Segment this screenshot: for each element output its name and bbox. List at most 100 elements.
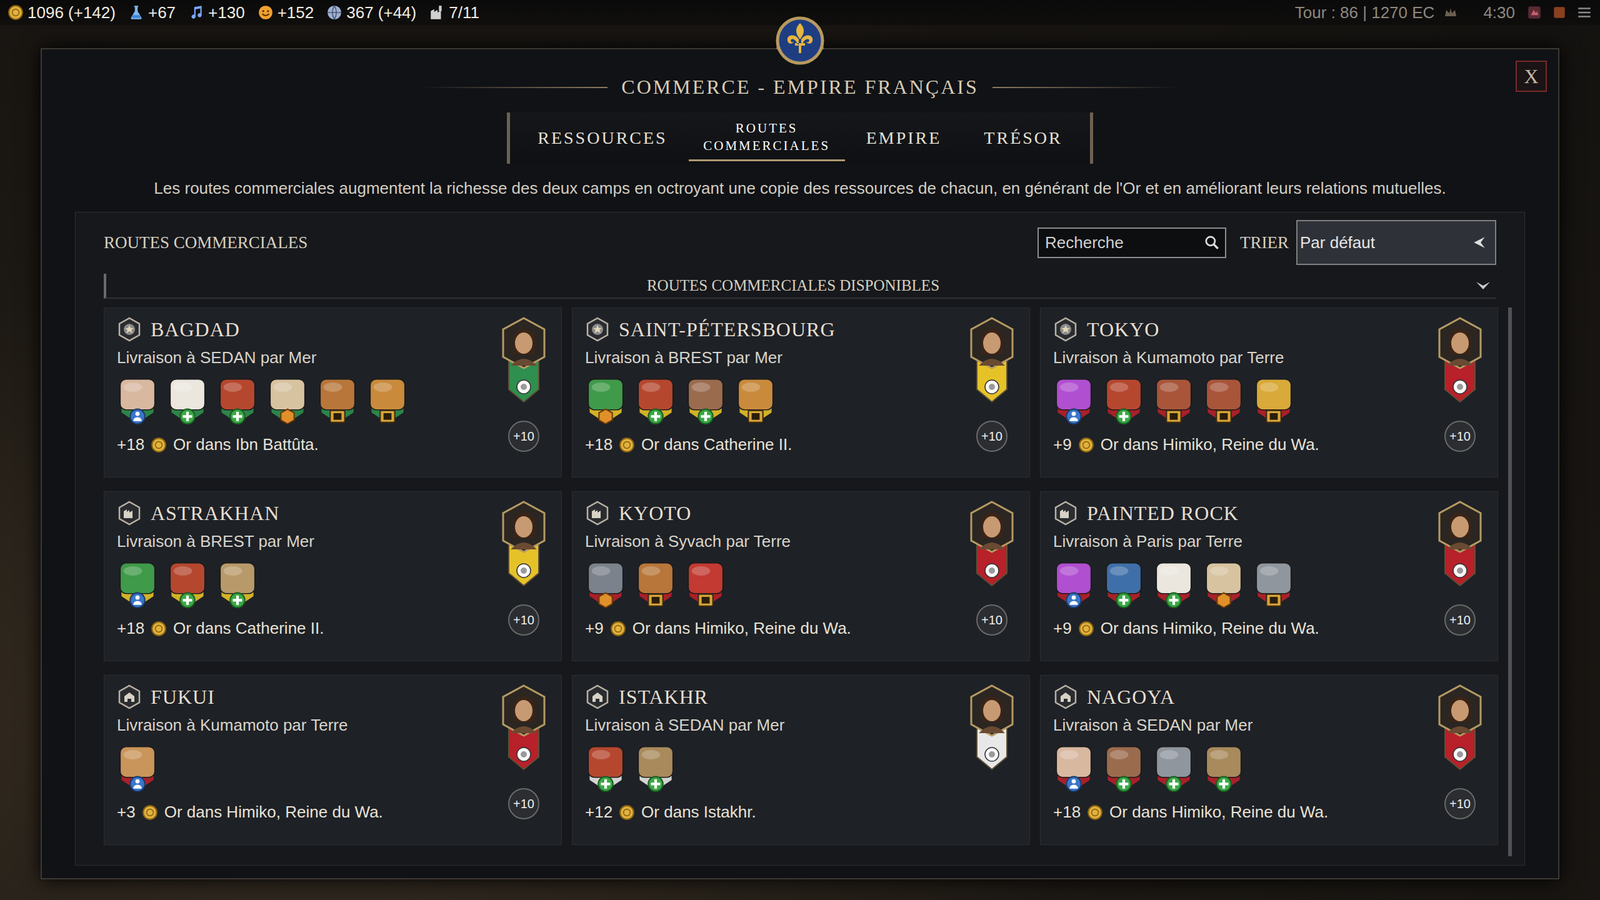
trade-route-card[interactable]: BAGDADLivraison à SEDAN par Mer+18Or dan… [103,307,562,478]
resource-value: +67 [148,3,176,23]
resource-tile [216,561,259,612]
leader-portrait [1435,684,1485,779]
route-header: NAGOYA [1053,684,1434,710]
trade-route-card[interactable]: NAGOYALivraison à SEDAN par Mer+18Or dan… [1040,675,1499,845]
city-name: ISTAKHR [618,685,709,709]
leader-banner [967,684,1017,779]
resource-list [116,377,498,428]
leader-banner [1435,316,1485,411]
leader-column: +10 [1433,684,1487,836]
search-box[interactable] [1037,227,1227,259]
relation-boost-button[interactable]: +10 [976,604,1008,636]
route-header: ASTRAKHAN [116,500,498,526]
trade-route-card[interactable]: ASTRAKHANLivraison à BREST par Mer+18Or … [103,491,562,662]
gold-yield: +9Or dans Himiko, Reine du Wa. [1053,618,1434,639]
trade-route-card[interactable]: KYOTOLivraison à Syvach par Terre+9Or da… [571,491,1030,662]
gold-target: Or dans Himiko, Reine du Wa. [1100,435,1320,455]
relation-boost-button[interactable]: +10 [976,420,1008,452]
leader-column: +10 [965,500,1019,652]
gold-yield: +3Or dans Himiko, Reine du Wa. [116,802,498,822]
gold-target: Or dans Himiko, Reine du Wa. [1109,802,1329,822]
resource-list [585,561,966,612]
route-info: SAINT-PÉTERSBOURGLivraison à BREST par M… [585,316,966,469]
resource-person-icon [1053,561,1095,612]
relation-boost-button[interactable]: +10 [1444,420,1476,452]
leader-column: +10 [497,500,550,652]
relation-boost-button[interactable]: +10 [508,604,540,636]
leader-column: +10 [1433,316,1487,469]
sort-value: Par défaut [1300,233,1472,253]
city-name: NAGOYA [1086,685,1175,709]
search-input[interactable] [1043,232,1204,254]
delivery-info: Livraison à BREST par Mer [585,348,966,368]
resource-list [1053,745,1434,795]
gold-amount: +3 [116,802,136,822]
resource-tile [1203,377,1245,428]
route-list: BAGDADLivraison à SEDAN par Mer+18Or dan… [75,298,1525,865]
sort-dropdown[interactable]: Par défaut [1296,220,1497,265]
city-city-icon [1053,500,1079,526]
resource-value: 7/11 [448,3,480,23]
trade-route-card[interactable]: SAINT-PÉTERSBOURGLivraison à BREST par M… [571,307,1030,478]
gold-yield: +18Or dans Catherine II. [116,618,498,639]
resource-tile [1153,561,1195,612]
resource-tile [366,377,409,428]
tab-bar: RESSOURCESROUTES COMMERCIALESEMPIRETRÉSO… [506,112,1093,164]
resource-plus-icon [635,377,677,428]
route-info: NAGOYALivraison à SEDAN par Mer+18Or dan… [1053,684,1434,836]
town-city-icon [116,684,142,710]
scrollbar-thumb[interactable] [1508,307,1512,857]
group-title: ROUTES COMMERCIALES DISPONIBLES [111,276,1475,295]
resource-value: +130 [208,3,245,23]
resource-item: +130 [188,3,245,23]
resource-tile [1053,377,1095,428]
leader-portrait [967,500,1017,595]
turn-info: Tour : 86 | 1270 EC4:30 [1295,3,1593,23]
gold-yield: +18 Or dans Himiko, Reine du Wa. [1053,802,1434,822]
gold-amount: +18 [1053,802,1081,822]
resource-chest-icon [1203,377,1245,428]
tab[interactable]: EMPIRE [845,119,964,157]
resource-tile [166,561,209,612]
leader-column: +10 [965,316,1019,469]
trade-route-card[interactable]: FUKUILivraison à Kumamoto par Terre+3Or … [103,675,562,845]
trade-route-card[interactable]: ISTAKHRLivraison à SEDAN par Mer+12Or da… [571,675,1030,845]
window-title: COMMERCE - EMPIRE FRANÇAIS [621,75,979,99]
relation-boost-button[interactable]: +10 [1444,788,1476,820]
trade-route-card[interactable]: PAINTED ROCKLivraison à Paris par Terre+… [1040,491,1499,662]
crown-icon [1443,5,1459,20]
gold-coin-icon [618,804,635,821]
leader-banner [967,316,1017,411]
city-name: PAINTED ROCK [1086,501,1239,525]
route-header: TOKYO [1053,316,1434,342]
relation-boost-button[interactable]: +10 [508,420,540,452]
title-ornament [420,86,608,89]
resource-person-icon [1053,377,1095,428]
resource-tile [735,377,777,428]
scrollbar[interactable] [1508,307,1512,857]
gold-amount: +9 [1053,435,1072,455]
resource-person-icon [116,745,159,795]
leader-column: +10 [1433,500,1487,652]
resource-tile [585,377,627,428]
leader-portrait [499,500,549,595]
group-header[interactable]: ROUTES COMMERCIALES DISPONIBLES [103,273,1497,299]
leader-banner [1435,500,1485,595]
city-city-icon [116,500,142,526]
resource-plus-icon [1103,377,1145,428]
tab[interactable]: ROUTES COMMERCIALES [688,115,845,162]
relation-boost-button[interactable]: +10 [1444,604,1476,636]
trade-route-card[interactable]: TOKYOLivraison à Kumamoto par Terre+9Or … [1040,307,1499,478]
resource-plus-icon [216,561,259,612]
relation-boost-button[interactable]: +10 [508,788,540,820]
route-info: TOKYOLivraison à Kumamoto par Terre+9Or … [1053,316,1434,469]
leader-banner [499,500,549,595]
gold-amount: +18 [116,618,145,639]
close-button[interactable]: X [1515,60,1547,92]
tab[interactable]: RESSOURCES [516,119,689,157]
gold-amount: +18 [116,435,145,455]
resource-value: +152 [277,3,315,23]
tab[interactable]: TRÉSOR [962,119,1084,157]
route-header: KYOTO [585,500,966,526]
resource-chest-icon [316,377,359,428]
